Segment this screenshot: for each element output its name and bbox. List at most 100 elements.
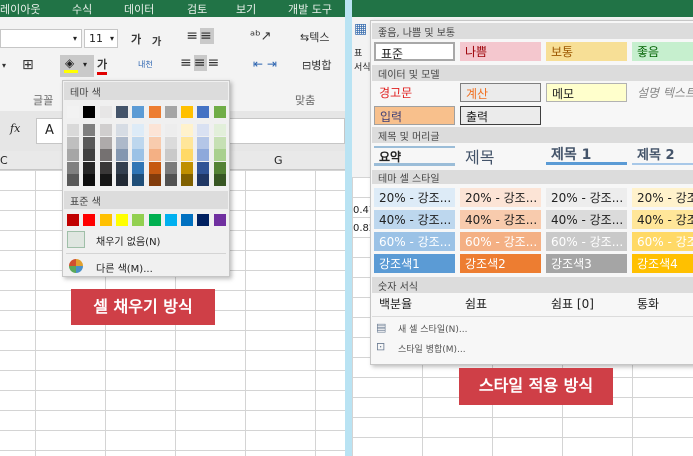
theme-shade-swatch[interactable] — [67, 161, 79, 174]
theme-shade-swatch[interactable] — [213, 161, 226, 174]
theme-shade-swatch[interactable] — [115, 161, 128, 174]
wrap-text-button[interactable]: ⇆텍스 — [300, 29, 329, 45]
theme-shade-swatch[interactable] — [213, 149, 226, 161]
tab-view[interactable]: 보기 — [236, 1, 256, 17]
themed-style-3-3[interactable]: 60% - 강조... — [546, 232, 627, 251]
theme-shade-swatch[interactable] — [99, 174, 112, 186]
grow-font-button[interactable]: 가 — [131, 31, 141, 47]
merge-button[interactable]: ⊟병합 — [302, 57, 331, 73]
standard-color-swatch[interactable] — [181, 214, 194, 226]
style-good[interactable]: 좋음 — [632, 42, 693, 61]
theme-shade-swatch[interactable] — [67, 124, 79, 136]
theme-shade-swatch[interactable] — [99, 161, 112, 174]
theme-shade-swatch[interactable] — [197, 124, 210, 136]
merge-styles-item[interactable]: ⊡ 스타일 병합(M)... — [374, 339, 574, 357]
standard-color-swatch[interactable] — [67, 214, 79, 226]
themed-style-3-1[interactable]: 60% - 강조... — [374, 232, 455, 251]
phonetic-button[interactable]: 내천 — [138, 59, 153, 70]
theme-shade-swatch[interactable] — [99, 149, 112, 161]
standard-color-swatch[interactable] — [83, 214, 96, 226]
column-header-g[interactable]: G — [274, 154, 283, 167]
standard-color-swatch[interactable] — [99, 214, 112, 226]
theme-shade-swatch[interactable] — [115, 149, 128, 161]
theme-shade-swatch[interactable] — [148, 149, 161, 161]
themed-style-2-3[interactable]: 40% - 강조... — [546, 210, 627, 229]
theme-shade-swatch[interactable] — [148, 124, 161, 136]
themed-style-3-2[interactable]: 60% - 강조... — [460, 232, 541, 251]
theme-shade-swatch[interactable] — [164, 149, 177, 161]
shrink-font-button[interactable]: 가 — [152, 33, 161, 48]
theme-shade-swatch[interactable] — [115, 136, 128, 149]
theme-shade-swatch[interactable] — [197, 149, 210, 161]
style-bad[interactable]: 나쁨 — [460, 42, 541, 61]
style-total[interactable]: 요약 — [374, 146, 455, 166]
theme-shade-swatch[interactable] — [83, 149, 96, 161]
theme-shade-swatch[interactable] — [213, 124, 226, 136]
theme-shade-swatch[interactable] — [83, 136, 96, 149]
theme-shade-swatch[interactable] — [181, 161, 194, 174]
theme-shade-swatch[interactable] — [99, 136, 112, 149]
theme-shade-swatch[interactable] — [181, 136, 194, 149]
format-as-table-icon[interactable]: ▦ — [354, 21, 367, 37]
theme-shade-swatch[interactable] — [181, 149, 194, 161]
borders-icon[interactable]: ⊞ — [22, 57, 34, 73]
theme-shade-swatch[interactable] — [197, 136, 210, 149]
align-top-buttons[interactable]: ≡≡ — [180, 28, 220, 48]
theme-shade-swatch[interactable] — [67, 136, 79, 149]
themed-style-1-2[interactable]: 20% - 강조... — [460, 188, 541, 207]
style-normal[interactable]: 표준 — [374, 42, 455, 61]
theme-shade-swatch[interactable] — [67, 149, 79, 161]
standard-color-swatch[interactable] — [164, 214, 177, 226]
style-comma[interactable]: 쉼표 — [460, 294, 541, 313]
style-input[interactable]: 입력 — [374, 106, 455, 125]
standard-color-swatch[interactable] — [213, 214, 226, 226]
indent-icons[interactable]: ⇤ ⇥ — [253, 57, 277, 71]
style-explanatory-text[interactable]: 설명 텍스트 — [632, 83, 693, 102]
style-output[interactable]: 출력 — [460, 106, 541, 125]
style-comma-0[interactable]: 쉼표 [0] — [546, 294, 627, 313]
theme-shade-swatch[interactable] — [164, 136, 177, 149]
no-fill-item[interactable]: 채우기 없음(N) — [66, 230, 226, 250]
column-header-c[interactable]: C — [0, 154, 8, 167]
standard-color-swatch[interactable] — [148, 214, 161, 226]
style-neutral[interactable]: 보통 — [546, 42, 627, 61]
tab-formulas[interactable]: 수식 — [72, 1, 92, 17]
font-name-combo[interactable]: ▾ — [0, 29, 82, 48]
theme-shade-swatch[interactable] — [181, 124, 194, 136]
theme-shade-swatch[interactable] — [213, 174, 226, 186]
font-color-button[interactable]: 가 — [97, 56, 108, 75]
theme-shade-swatch[interactable] — [115, 174, 128, 186]
theme-shade-swatch[interactable] — [197, 161, 210, 174]
font-size-combo[interactable]: 11 ▾ — [84, 29, 118, 48]
theme-shade-swatch[interactable] — [164, 124, 177, 136]
themed-style-4-3[interactable]: 강조색3 — [546, 254, 627, 273]
theme-shade-swatch[interactable] — [83, 124, 96, 136]
more-colors-item[interactable]: 다른 색(M)... — [66, 256, 226, 276]
theme-shade-swatch[interactable] — [148, 136, 161, 149]
theme-color-swatch[interactable] — [213, 106, 226, 118]
style-title[interactable]: 제목 — [460, 143, 541, 165]
theme-color-swatch[interactable] — [115, 106, 128, 118]
tab-developer[interactable]: 개발 도구 — [288, 1, 332, 17]
theme-color-swatch[interactable] — [164, 106, 177, 118]
theme-shade-swatch[interactable] — [213, 136, 226, 149]
theme-shade-swatch[interactable] — [132, 174, 145, 186]
theme-shade-swatch[interactable] — [148, 161, 161, 174]
theme-shade-swatch[interactable] — [67, 174, 79, 186]
theme-color-swatch[interactable] — [99, 106, 112, 118]
orientation-icon[interactable]: ᵃᵇ↗ — [250, 29, 272, 44]
theme-shade-swatch[interactable] — [115, 124, 128, 136]
theme-shade-swatch[interactable] — [181, 174, 194, 186]
style-heading-1[interactable]: 제목 1 — [546, 143, 627, 165]
theme-shade-swatch[interactable] — [132, 149, 145, 161]
style-percent[interactable]: 백분율 — [374, 294, 455, 313]
theme-shade-swatch[interactable] — [197, 174, 210, 186]
themed-style-1-3[interactable]: 20% - 강조... — [546, 188, 627, 207]
theme-color-swatch[interactable] — [83, 106, 96, 118]
theme-shade-swatch[interactable] — [132, 124, 145, 136]
theme-shade-swatch[interactable] — [164, 161, 177, 174]
new-cell-style-item[interactable]: ▤ 새 셀 스타일(N)... — [374, 319, 574, 337]
theme-color-swatch[interactable] — [148, 106, 161, 118]
theme-color-swatch[interactable] — [67, 106, 79, 118]
style-note[interactable]: 메모 — [546, 83, 627, 102]
